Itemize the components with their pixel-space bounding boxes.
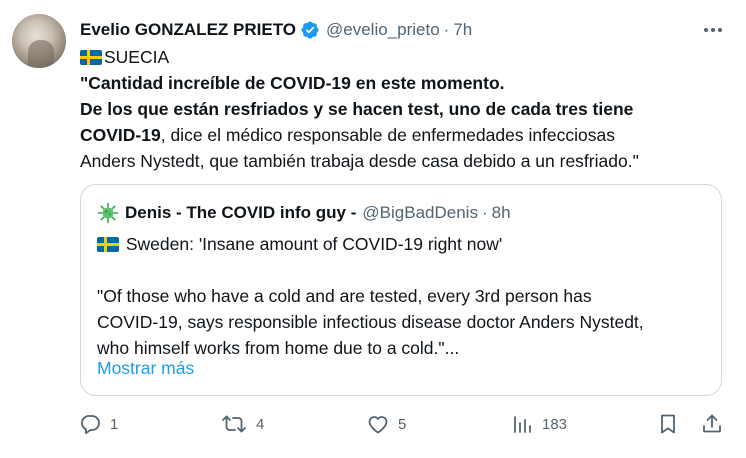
virus-icon xyxy=(97,202,119,224)
quoted-paragraph: "Of those who have a cold and are tested… xyxy=(97,286,644,358)
like-button[interactable]: 5 xyxy=(366,410,406,438)
reply-button[interactable]: 1 xyxy=(78,410,118,438)
tweet-actions: 1 4 5 183 xyxy=(78,410,728,438)
bookmark-icon xyxy=(656,412,680,436)
quoted-author-name[interactable]: Denis - The COVID info guy - xyxy=(125,203,356,223)
country-line: SUECIA xyxy=(104,47,170,67)
sweden-flag-icon xyxy=(80,50,102,65)
like-count: 5 xyxy=(398,415,407,433)
separator: · xyxy=(443,20,450,39)
quoted-headline: Sweden: 'Insane amount of COVID-19 right… xyxy=(125,234,503,254)
tweet-bold-line-2: De los que están resfriados y se hacen t… xyxy=(80,99,634,119)
retweet-button[interactable]: 4 xyxy=(220,410,264,438)
share-icon xyxy=(700,412,724,436)
quoted-tweet[interactable]: Denis - The COVID info guy - @BigBadDeni… xyxy=(80,184,722,396)
author-handle[interactable]: @evelio_prieto xyxy=(326,20,440,40)
author-name[interactable]: Evelio GONZALEZ PRIETO xyxy=(80,20,296,40)
quoted-author-handle[interactable]: @BigBadDenis xyxy=(362,203,478,223)
reply-count: 1 xyxy=(110,415,119,433)
tweet-text: SUECIA "Cantidad increíble de COVID-19 e… xyxy=(80,44,730,174)
bookmark-button[interactable] xyxy=(656,410,680,438)
tweet-bold-line-1: "Cantidad increíble de COVID-19 en este … xyxy=(80,73,505,93)
quoted-timestamp[interactable]: 8h xyxy=(492,203,511,223)
retweet-count: 4 xyxy=(256,415,265,433)
views-button[interactable]: 183 xyxy=(510,410,567,438)
verified-badge-icon[interactable] xyxy=(300,20,320,40)
quoted-headline-row: Sweden: 'Insane amount of COVID-19 right… xyxy=(97,231,502,257)
author-avatar[interactable] xyxy=(12,14,66,68)
share-button[interactable] xyxy=(700,410,724,438)
reply-icon xyxy=(78,412,102,436)
sweden-flag-icon xyxy=(97,237,119,252)
timestamp[interactable]: 7h xyxy=(453,20,472,40)
tweet-line-3-tail: , dice el médico responsable de enfermed… xyxy=(160,125,616,145)
views-count: 183 xyxy=(542,415,568,433)
quoted-separator: · xyxy=(481,203,488,222)
quoted-tweet-header: Denis - The COVID info guy - @BigBadDeni… xyxy=(97,201,511,225)
show-more-link[interactable]: Mostrar más xyxy=(97,356,194,380)
heart-icon xyxy=(366,412,390,436)
views-icon xyxy=(510,412,534,436)
retweet-icon xyxy=(220,412,248,436)
more-icon[interactable] xyxy=(702,20,724,40)
tweet-line-4: Anders Nystedt, que también trabaja desd… xyxy=(80,151,639,171)
tweet-header: Evelio GONZALEZ PRIETO @evelio_prieto · … xyxy=(80,18,734,42)
tweet-bold-line-3: COVID-19 xyxy=(80,125,161,145)
